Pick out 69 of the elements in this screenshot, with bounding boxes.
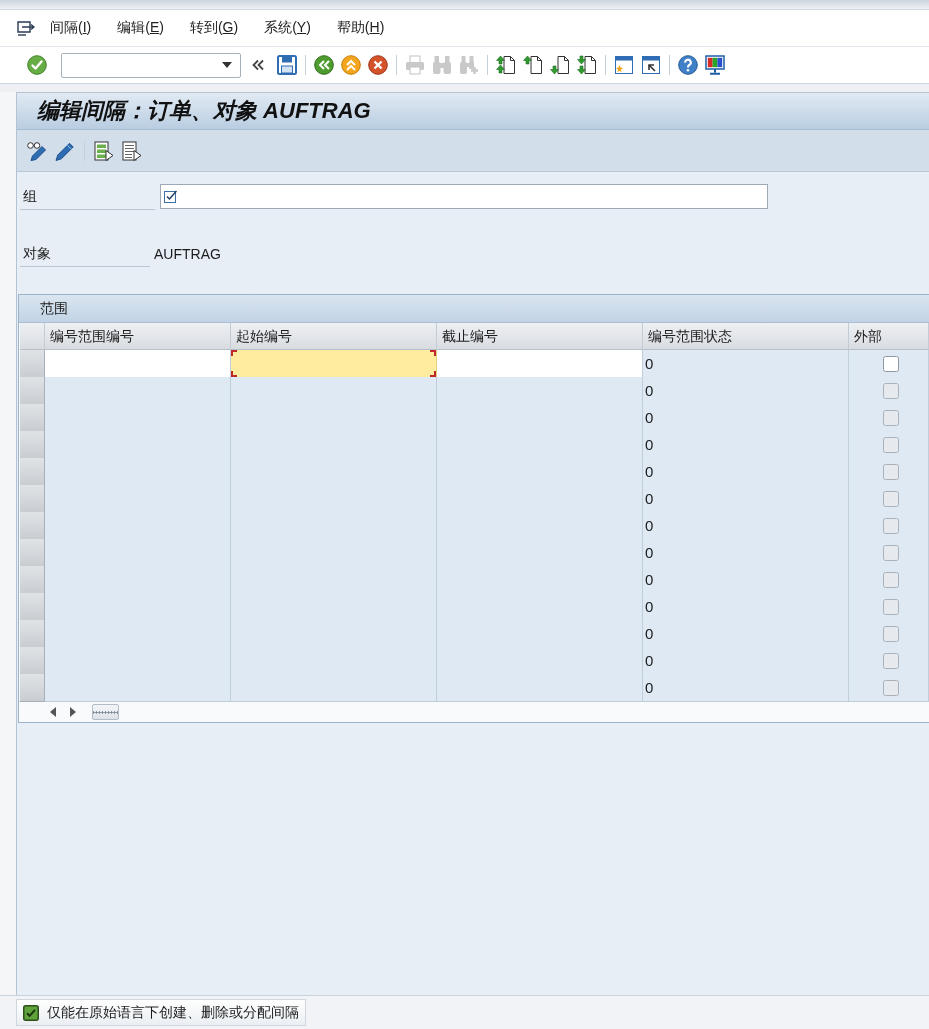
checkbox[interactable]	[882, 355, 899, 372]
command-field[interactable]	[61, 52, 241, 78]
filled-list-arrow-icon[interactable]	[94, 140, 114, 161]
system-menu-icon[interactable]	[17, 20, 35, 36]
row-selector[interactable]	[20, 485, 45, 513]
menu-item[interactable]: 系统(Y)	[264, 19, 311, 37]
scroll-left-icon[interactable]	[50, 707, 56, 717]
table-input-cell[interactable]	[45, 350, 231, 378]
table-cell: 0	[643, 431, 849, 459]
document-down-arrows-icon[interactable]	[577, 55, 597, 75]
table-cell: 0	[643, 620, 849, 648]
column-header[interactable]: 外部	[849, 323, 929, 350]
close-icon[interactable]	[368, 55, 388, 75]
caret-icon[interactable]	[222, 62, 232, 68]
select-all-corner[interactable]	[20, 323, 45, 350]
scroll-right-icon[interactable]	[70, 707, 76, 717]
table-cell: 0	[643, 566, 849, 594]
table-cell: 0	[643, 377, 849, 405]
row-selector[interactable]	[20, 512, 45, 540]
menu-item[interactable]: 间隔(I)	[50, 19, 92, 37]
document-up-arrow-icon[interactable]	[523, 55, 543, 75]
checked-box-icon	[164, 190, 177, 203]
glasses-pencil-icon[interactable]	[27, 140, 47, 161]
table-cell: 0	[643, 674, 849, 702]
row-selector[interactable]	[20, 458, 45, 486]
document-up-arrows-icon[interactable]	[496, 55, 516, 75]
screen-title: 编辑间隔：订单、对象 AUFTRAG	[37, 97, 371, 125]
row-selector[interactable]	[20, 647, 45, 675]
column-header[interactable]: 起始编号	[231, 323, 437, 350]
status-text: 仅能在原始语言下创建、删除或分配间隔	[47, 1003, 299, 1022]
field-value: AUFTRAG	[154, 245, 221, 262]
menu-item[interactable]: 转到(G)	[189, 19, 239, 37]
row-selector[interactable]	[20, 431, 45, 459]
monitor-icon[interactable]	[705, 55, 725, 75]
input-field[interactable]	[160, 184, 768, 209]
row-selector[interactable]	[20, 539, 45, 567]
table-cell: 0	[643, 647, 849, 675]
row-selector[interactable]	[20, 674, 45, 702]
table-cell: 0	[643, 485, 849, 513]
row-selector[interactable]	[20, 350, 45, 378]
table-cell: 0	[643, 593, 849, 621]
table-cell: 0	[643, 350, 849, 378]
table-cell: 0	[643, 539, 849, 567]
menu-item[interactable]: 编辑(E)	[117, 19, 164, 37]
pencil-icon[interactable]	[55, 140, 75, 161]
double-chevron-icon[interactable]	[252, 59, 264, 71]
check-circle-icon[interactable]	[27, 55, 47, 75]
table-input-cell[interactable]	[231, 350, 437, 378]
column-header[interactable]: 截止编号	[437, 323, 643, 350]
row-selector[interactable]	[20, 566, 45, 594]
table-cell: 0	[643, 404, 849, 432]
field-label: 组	[20, 183, 155, 210]
row-selector[interactable]	[20, 620, 45, 648]
scroll-thumb[interactable]	[92, 704, 119, 720]
table-input-cell[interactable]	[437, 350, 643, 378]
row-selector[interactable]	[20, 377, 45, 405]
column-header[interactable]: 编号范围编号	[45, 323, 231, 350]
row-selector[interactable]	[20, 404, 45, 432]
check-icon	[23, 1004, 39, 1021]
table-title: 范围	[40, 299, 68, 318]
column-header[interactable]: 编号范围状态	[643, 323, 849, 350]
menu-item[interactable]: 帮助(H)	[336, 19, 385, 37]
row-selector[interactable]	[20, 593, 45, 621]
table-cell: 0	[643, 512, 849, 540]
field-label: 对象	[20, 240, 150, 267]
lined-list-arrow-icon[interactable]	[122, 140, 142, 161]
table-cell: 0	[643, 458, 849, 486]
document-down-arrow-icon[interactable]	[550, 55, 570, 75]
help-icon[interactable]	[678, 55, 698, 75]
